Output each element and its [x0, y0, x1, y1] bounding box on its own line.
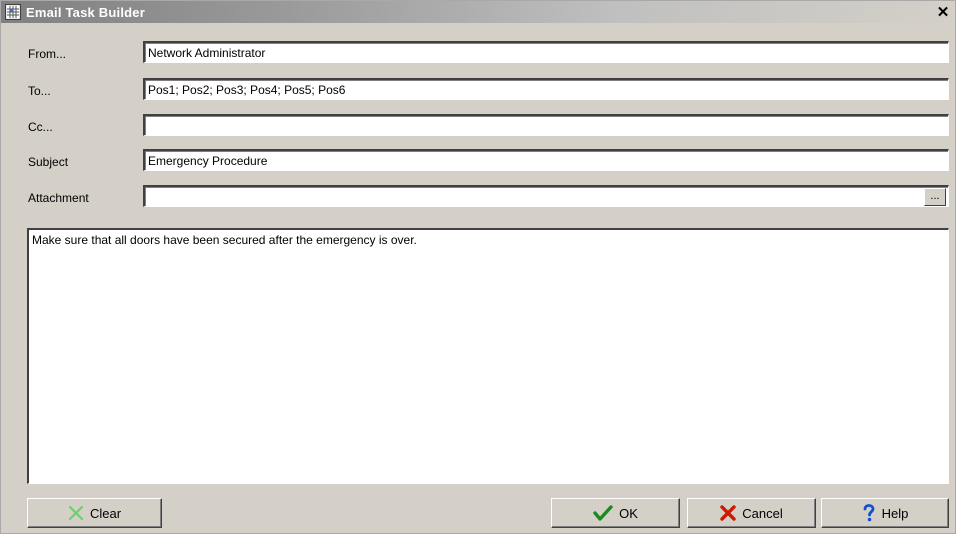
to-label: To... — [28, 84, 51, 98]
to-row: To... — [1, 78, 955, 102]
subject-label: Subject — [28, 155, 69, 169]
from-row: From... — [1, 41, 955, 65]
title-bar[interactable]: Email Task Builder ✕ — [1, 1, 955, 23]
help-button[interactable]: Help — [821, 498, 949, 528]
attachment-label: Attachment — [28, 191, 89, 205]
from-field[interactable] — [143, 41, 949, 63]
attachment-row: Attachment ... — [1, 185, 955, 209]
email-task-builder-window: Email Task Builder ✕ From... To... Cc...… — [0, 0, 956, 534]
browse-attachment-button[interactable]: ... — [924, 188, 946, 206]
cancel-button[interactable]: Cancel — [687, 498, 816, 528]
subject-field[interactable] — [143, 149, 949, 171]
to-field[interactable] — [143, 78, 949, 100]
cc-label: Cc... — [28, 120, 53, 134]
cc-row: Cc... — [1, 114, 955, 138]
cancel-button-label: Cancel — [742, 505, 783, 521]
checkmark-icon — [593, 504, 613, 522]
app-grid-icon — [5, 4, 21, 20]
ok-button[interactable]: OK — [551, 498, 680, 528]
x-clear-icon — [68, 505, 84, 521]
red-x-icon — [720, 505, 736, 521]
clear-button-label: Clear — [89, 505, 122, 521]
attachment-field[interactable]: ... — [143, 185, 949, 207]
window-title: Email Task Builder — [26, 4, 145, 20]
question-icon — [862, 504, 876, 522]
from-label: From... — [28, 47, 66, 61]
ok-button-label: OK — [619, 505, 638, 521]
subject-row: Subject — [1, 149, 955, 173]
clear-button[interactable]: Clear — [27, 498, 162, 528]
help-button-label: Help — [881, 505, 909, 521]
close-icon[interactable]: ✕ — [935, 4, 951, 21]
cc-field[interactable] — [143, 114, 949, 136]
message-body[interactable]: Make sure that all doors have been secur… — [27, 228, 949, 484]
